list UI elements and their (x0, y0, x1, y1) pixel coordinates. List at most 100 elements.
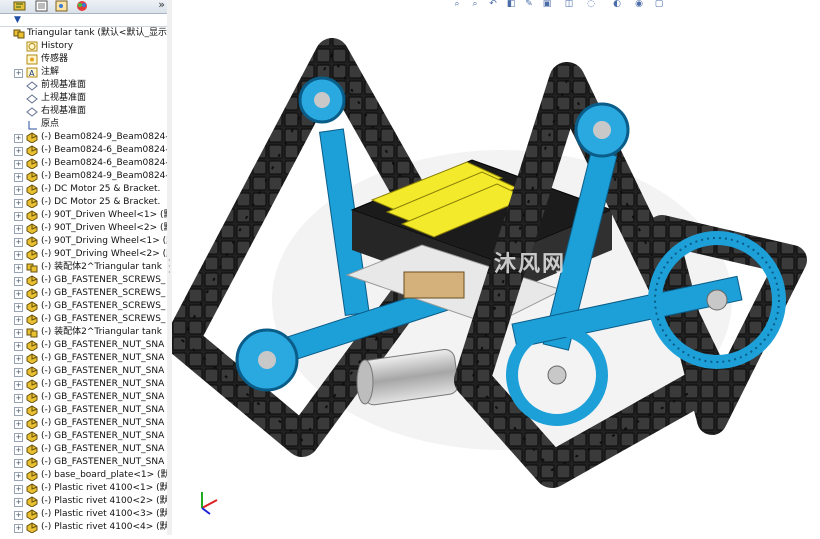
expand-icon[interactable]: + (14, 277, 23, 286)
tree-item[interactable]: + (-) GB_FASTENER_SCREWS_ (0, 313, 167, 326)
tree-item[interactable]: History (0, 40, 167, 53)
zoom-area-icon[interactable]: ⌕ (470, 0, 480, 9)
tree-item[interactable]: + (-) GB_FASTENER_NUT_SNA (0, 391, 167, 404)
expand-icon[interactable]: + (14, 186, 23, 195)
expand-icon[interactable]: + (14, 459, 23, 468)
scene-icon[interactable]: ◉ (634, 0, 644, 9)
tree-item[interactable]: + (-) GB_FASTENER_NUT_SNA (0, 404, 167, 417)
tree-item[interactable]: + (-) Beam0824-9_Beam0824- (0, 131, 167, 144)
expand-icon[interactable]: + (14, 212, 23, 221)
tree-item[interactable]: + (-) Beam0824-6_Beam0824- (0, 157, 167, 170)
expand-icon[interactable]: + (14, 264, 23, 273)
edit-appearance-icon[interactable]: ◐ (612, 0, 622, 9)
tree-item[interactable]: + (-) Plastic rivet 4100<2> (默 (0, 495, 167, 508)
tree-item[interactable]: + (-) GB_FASTENER_NUT_SNA (0, 339, 167, 352)
tree-item[interactable]: + (-) GB_FASTENER_SCREWS_ (0, 287, 167, 300)
tree-item[interactable]: + (-) GB_FASTENER_NUT_SNA (0, 352, 167, 365)
tree-item[interactable]: + (-) 90T_Driven Wheel<2> (默 (0, 222, 167, 235)
display-manager-icon (77, 1, 87, 11)
tree-item[interactable]: + (-) 90T_Driven Wheel<1> (默 (0, 209, 167, 222)
splitter-grip-icon[interactable]: · · · (168, 257, 171, 277)
tree-item[interactable]: + (-) 装配体2^Triangular tank (0, 261, 167, 274)
zoom-to-fit-icon[interactable]: ⌕ (452, 0, 462, 9)
heads-up-toolbar: ⌕ ⌕ ↶ ◧ ✎ ▣ ◫ ◌ ◐ ◉ ▢ (440, 0, 715, 10)
tree-item[interactable]: + (-) GB_FASTENER_SCREWS_ (0, 300, 167, 313)
expand-icon[interactable]: + (14, 173, 23, 182)
tree-root[interactable]: Triangular tank (默认<默认_显示 (0, 27, 167, 40)
tree-item-label: (-) 装配体2^Triangular tank (41, 327, 162, 337)
tree-item[interactable]: + (-) GB_FASTENER_NUT_SNA (0, 456, 167, 469)
graphics-viewport[interactable]: 沐风网 (165, 0, 820, 535)
expand-icon[interactable]: + (14, 134, 23, 143)
tree-item-label: 注解 (41, 67, 60, 77)
expand-icon[interactable]: + (14, 368, 23, 377)
tree-item[interactable]: + (-) GB_FASTENER_NUT_SNA (0, 365, 167, 378)
display-style-icon[interactable]: ◫ (564, 0, 574, 9)
expand-icon[interactable]: + (14, 316, 23, 325)
expand-icon[interactable]: + (14, 329, 23, 338)
tree-item[interactable]: + (-) GB_FASTENER_NUT_SNA (0, 417, 167, 430)
tree-item[interactable]: + (-) base_board_plate<1> (默 (0, 469, 167, 482)
expand-icon[interactable]: + (14, 147, 23, 156)
tree-item[interactable]: + (-) 90T_Driving Wheel<2> (默 (0, 248, 167, 261)
part-icon (26, 288, 38, 299)
tree-item[interactable]: + (-) DC Motor 25 & Bracket. (0, 196, 167, 209)
expand-icon[interactable]: + (14, 433, 23, 442)
dynamic-annotation-icon[interactable]: ✎ (524, 0, 534, 9)
tab-configuration-manager[interactable] (54, 0, 72, 12)
tree-item[interactable]: + (-) 装配体2^Triangular tank (0, 326, 167, 339)
more-tabs-button[interactable]: » (158, 0, 165, 11)
expand-icon[interactable]: + (14, 69, 23, 78)
expand-icon[interactable]: + (14, 381, 23, 390)
expand-icon[interactable]: + (14, 303, 23, 312)
expand-icon[interactable]: + (14, 407, 23, 416)
tree-item[interactable]: 传感器 (0, 53, 167, 66)
section-view-icon[interactable]: ◧ (506, 0, 516, 9)
view-orientation-icon[interactable]: ▣ (542, 0, 552, 9)
expand-icon[interactable]: + (14, 238, 23, 247)
expand-icon[interactable]: + (14, 446, 23, 455)
tree-item[interactable]: + (-) DC Motor 25 & Bracket. (0, 183, 167, 196)
tree-item[interactable]: + (-) GB_FASTENER_NUT_SNA (0, 430, 167, 443)
expand-icon[interactable]: + (14, 498, 23, 507)
hide-show-icon[interactable]: ◌ (586, 0, 596, 9)
tree-item[interactable]: + (-) GB_FASTENER_SCREWS_ (0, 274, 167, 287)
tree-item[interactable]: 前视基准面 (0, 79, 167, 92)
tree-item[interactable]: + (-) Plastic rivet 4100<4> (默 (0, 521, 167, 534)
expand-icon[interactable]: + (14, 355, 23, 364)
expand-icon[interactable]: + (14, 160, 23, 169)
expand-icon[interactable]: + (14, 251, 23, 260)
expand-icon[interactable]: + (14, 225, 23, 234)
expand-icon[interactable]: + (14, 290, 23, 299)
tree-item[interactable]: + (-) 90T_Driving Wheel<1> (默 (0, 235, 167, 248)
tab-property-manager[interactable] (34, 0, 52, 12)
tab-feature-manager[interactable] (12, 0, 30, 12)
history-icon (26, 41, 38, 52)
expand-icon[interactable]: + (14, 524, 23, 533)
part-icon (26, 379, 38, 390)
tree-item[interactable]: + (-) Plastic rivet 4100<3> (默 (0, 508, 167, 521)
part-icon (26, 314, 38, 325)
tree-item[interactable]: + (-) GB_FASTENER_NUT_SNA (0, 443, 167, 456)
tree-item[interactable]: + A 注解 (0, 66, 167, 79)
expand-icon[interactable]: + (14, 420, 23, 429)
tree-item[interactable]: 原点 (0, 118, 167, 131)
filter-icon[interactable]: ▼ (14, 15, 21, 25)
tree-item[interactable]: 右视基准面 (0, 105, 167, 118)
expand-icon[interactable]: + (14, 511, 23, 520)
tree-item[interactable]: + (-) Beam0824-9_Beam0824- (0, 170, 167, 183)
expand-icon[interactable]: + (14, 199, 23, 208)
expand-icon[interactable]: + (14, 342, 23, 351)
expand-icon[interactable]: + (14, 472, 23, 481)
previous-view-icon[interactable]: ↶ (488, 0, 498, 9)
expand-icon[interactable]: + (14, 485, 23, 494)
configuration-icon (55, 0, 68, 12)
view-settings-icon[interactable]: ▢ (654, 0, 664, 9)
tree-item-label: (-) Beam0824-9_Beam0824- (41, 171, 168, 181)
tree-item[interactable]: + (-) Beam0824-6_Beam0824- (0, 144, 167, 157)
tree-item[interactable]: 上视基准面 (0, 92, 167, 105)
tab-display-manager[interactable] (74, 0, 92, 12)
expand-icon[interactable]: + (14, 394, 23, 403)
tree-item[interactable]: + (-) Plastic rivet 4100<1> (默 (0, 482, 167, 495)
tree-item[interactable]: + (-) GB_FASTENER_NUT_SNA (0, 378, 167, 391)
